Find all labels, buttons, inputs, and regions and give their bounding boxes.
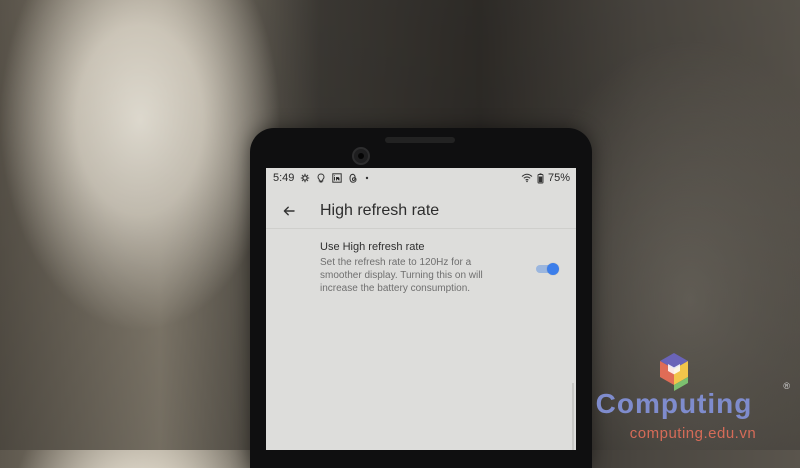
earpiece-speaker bbox=[385, 137, 455, 143]
watermark-logo: Computing ® computing.edu.vn bbox=[548, 352, 800, 450]
settings-icon bbox=[300, 173, 310, 183]
setting-title: Use High refresh rate bbox=[320, 241, 425, 253]
status-right-group: 75% bbox=[521, 172, 576, 184]
high-refresh-rate-toggle[interactable] bbox=[536, 263, 560, 275]
linkedin-icon bbox=[332, 173, 343, 183]
back-arrow-icon bbox=[282, 204, 296, 218]
phone-screen: 5:49 75% High refresh rate Use High refr… bbox=[266, 168, 576, 450]
wifi-icon bbox=[521, 173, 533, 183]
status-left-group: 5:49 bbox=[266, 172, 370, 184]
front-camera bbox=[352, 147, 370, 165]
brand-name: Computing bbox=[595, 388, 753, 419]
battery-icon bbox=[537, 172, 544, 184]
status-bar: 5:49 75% bbox=[266, 168, 576, 188]
header-divider bbox=[266, 228, 576, 229]
status-time: 5:49 bbox=[273, 172, 295, 184]
registered-mark: ® bbox=[783, 381, 790, 391]
battery-percentage: 75% bbox=[547, 172, 570, 184]
page-title: High refresh rate bbox=[320, 202, 440, 219]
app-bar: High refresh rate bbox=[266, 195, 576, 227]
brand-website: computing.edu.vn bbox=[629, 425, 757, 442]
setting-description: Set the refresh rate to 120Hz for a smoo… bbox=[320, 257, 483, 294]
threads-icon bbox=[348, 173, 358, 184]
brand-badge-icon bbox=[657, 352, 691, 392]
toggle-thumb bbox=[547, 263, 559, 275]
lightbulb-icon bbox=[316, 172, 326, 184]
back-button[interactable] bbox=[275, 197, 303, 225]
dot-icon bbox=[364, 175, 370, 181]
